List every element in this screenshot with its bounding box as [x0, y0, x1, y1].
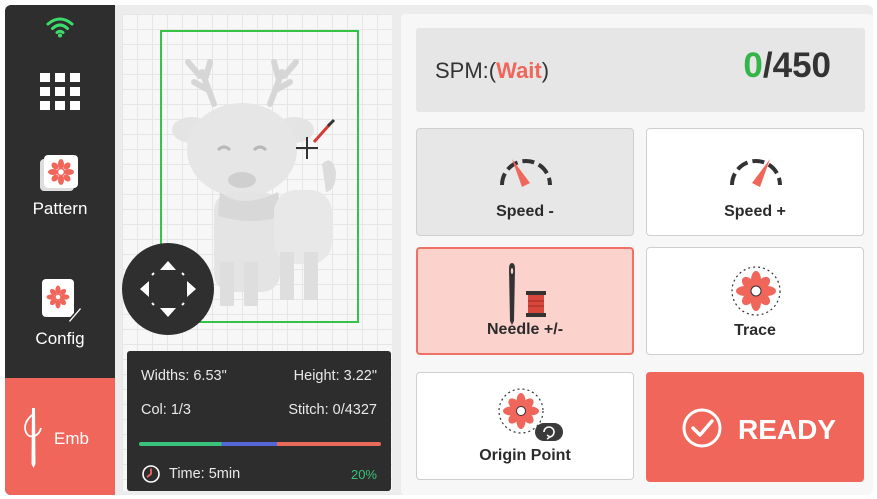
sidebar-item-label: Emb [54, 429, 89, 448]
sidebar: Pattern Config Emb [5, 5, 115, 495]
sidebar-item-emb[interactable]: Emb [5, 378, 115, 495]
move-arrows-icon [140, 261, 196, 317]
app-frame: Pattern Config Emb Widths: 6.53" Height:… [5, 5, 873, 495]
check-circle-icon [682, 408, 722, 448]
design-info-panel: Widths: 6.53" Height: 3.22" Col: 1/3 Sti… [127, 351, 391, 491]
progress-bar [139, 442, 381, 446]
button-label: Speed - [496, 203, 554, 220]
control-panel: SPM:(Wait) 0/450 Speed - Speed + Needle … [401, 14, 873, 495]
spm-total: /450 [762, 46, 831, 85]
spm-counter: 0/450 [743, 46, 831, 86]
spm-label: SPM:(Wait) [435, 58, 550, 83]
progress-percent: 20% [350, 466, 377, 482]
time-estimate: Time: 5min [169, 466, 241, 482]
needle-thread-icon [24, 408, 42, 468]
button-label: Origin Point [479, 447, 571, 464]
move-dpad[interactable] [122, 243, 214, 335]
speed-up-button[interactable]: Speed + [646, 128, 864, 236]
trace-button[interactable]: Trace [646, 247, 864, 355]
grid-menu-icon[interactable] [40, 73, 80, 111]
design-height: Height: 3.22" [293, 368, 377, 384]
sidebar-item-config[interactable]: Config [5, 277, 115, 349]
origin-point-button[interactable]: Origin Point [416, 372, 634, 480]
ready-button[interactable]: READY [646, 372, 864, 482]
button-label: Needle +/- [486, 321, 564, 338]
wifi-icon [5, 5, 115, 49]
stitch-count: Stitch: 0/4327 [288, 402, 377, 418]
sidebar-item-pattern[interactable]: Pattern [5, 153, 115, 219]
pattern-flower-icon [40, 155, 78, 191]
color-count: Col: 1/3 [141, 402, 191, 418]
clock-icon [142, 465, 160, 483]
needle-spool-icon [509, 263, 546, 325]
button-label: Trace [734, 322, 776, 339]
sidebar-item-label: Pattern [32, 199, 88, 218]
ready-label: READY [738, 414, 837, 445]
speedometer-low-icon [500, 159, 552, 187]
origin-flower-icon [498, 388, 563, 441]
sidebar-item-label: Config [35, 329, 85, 348]
needle-button[interactable]: Needle +/- [416, 247, 634, 355]
speedometer-high-icon [730, 159, 782, 187]
spm-display: SPM:(Wait) 0/450 [416, 28, 865, 112]
pattern-preview: Widths: 6.53" Height: 3.22" Col: 1/3 Sti… [122, 14, 392, 491]
button-label: Speed + [724, 203, 786, 220]
spm-status: Wait [496, 58, 542, 83]
speed-down-button[interactable]: Speed - [416, 128, 634, 236]
trace-flower-icon [731, 266, 781, 316]
design-width: Widths: 6.53" [141, 368, 227, 384]
config-flower-pencil-icon [42, 279, 82, 323]
spm-current: 0 [743, 46, 763, 85]
